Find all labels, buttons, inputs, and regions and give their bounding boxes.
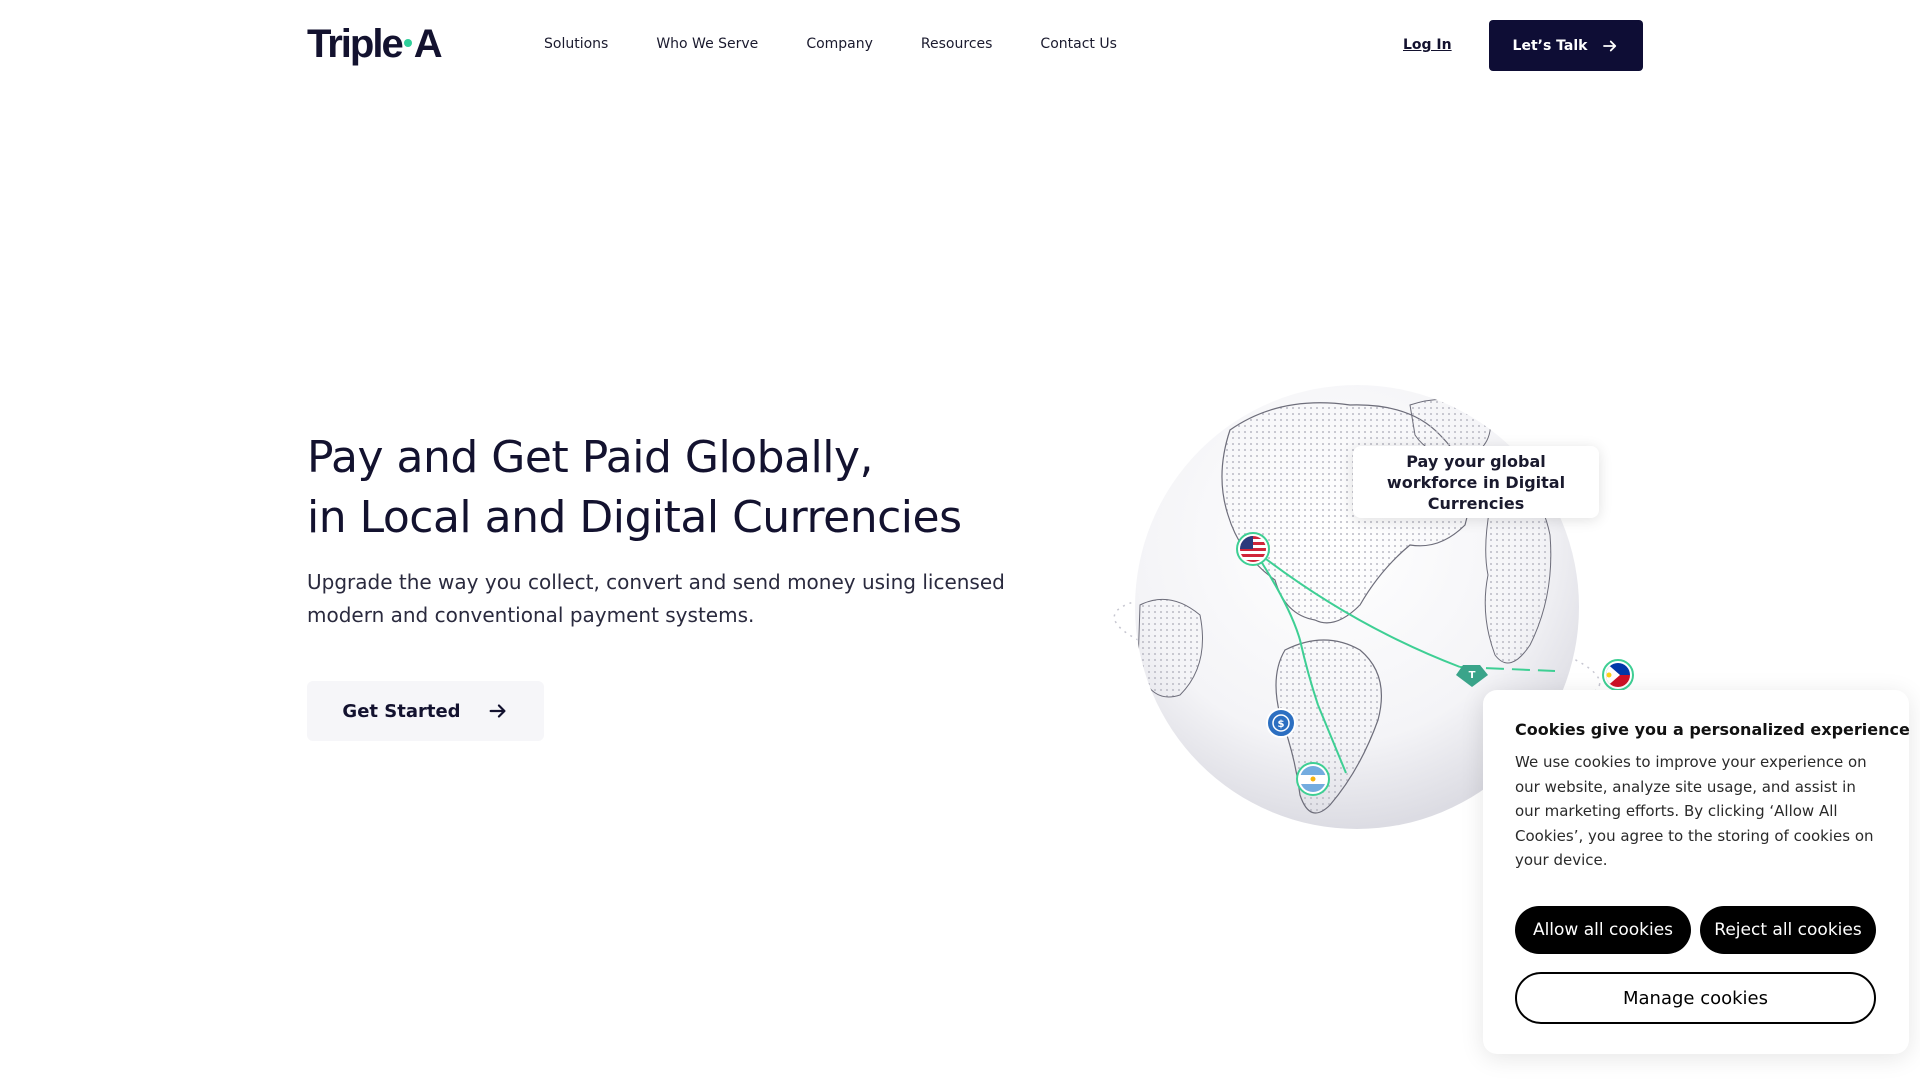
arrow-right-icon xyxy=(489,704,506,718)
nav-item-contact-us[interactable]: Contact Us xyxy=(1040,36,1116,52)
cookie-title: Cookies give you a personalized experien… xyxy=(1515,720,1910,739)
nav-item-resources[interactable]: Resources xyxy=(921,36,993,52)
lets-talk-button[interactable]: Let’s Talk xyxy=(1489,20,1643,71)
lets-talk-label: Let’s Talk xyxy=(1512,37,1588,54)
nav-item-solutions[interactable]: Solutions xyxy=(544,36,608,52)
hero-title-line-1: Pay and Get Paid Globally, xyxy=(307,432,873,483)
triple-a-logo[interactable]: Triple A xyxy=(307,22,443,66)
nav-item-company[interactable]: Company xyxy=(806,36,873,52)
cookie-consent-panel: Cookies give you a personalized experien… xyxy=(1483,690,1910,1054)
logo-text-left: Triple xyxy=(307,22,404,66)
manage-cookies-button[interactable]: Manage cookies xyxy=(1515,972,1876,1024)
arrow-right-icon xyxy=(1603,40,1617,51)
argentina-flag-marker[interactable] xyxy=(1296,762,1330,796)
nav-item-who-we-serve[interactable]: Who We Serve xyxy=(656,36,758,52)
reject-all-cookies-button[interactable]: Reject all cookies xyxy=(1700,906,1876,954)
allow-all-cookies-button[interactable]: Allow all cookies xyxy=(1515,906,1691,954)
site-header: Triple A Solutions Who We Serve Company … xyxy=(0,0,1920,90)
get-started-label: Get Started xyxy=(342,700,461,722)
us-flag-marker[interactable] xyxy=(1236,532,1270,566)
main-nav: Solutions Who We Serve Company Resources… xyxy=(544,36,1165,52)
get-started-button[interactable]: Get Started xyxy=(307,681,544,741)
login-link[interactable]: Log In xyxy=(1403,37,1452,53)
svg-text:$: $ xyxy=(1278,719,1285,730)
hero-subtitle: Upgrade the way you collect, convert and… xyxy=(307,570,1005,627)
hero-title-line-2: in Local and Digital Currencies xyxy=(307,492,962,543)
logo-text-right: A xyxy=(413,22,443,66)
svg-text:T: T xyxy=(1469,670,1476,681)
hero-title: Pay and Get Paid Globally, in Local and … xyxy=(307,428,1027,548)
cookie-description: We use cookies to improve your experienc… xyxy=(1515,753,1874,869)
workforce-tooltip: Pay your global workforce in Digital Cur… xyxy=(1353,446,1599,518)
philippines-flag-marker[interactable] xyxy=(1602,659,1634,691)
logo-dot-icon xyxy=(403,39,412,47)
usdc-coin-icon: $ xyxy=(1266,708,1296,738)
